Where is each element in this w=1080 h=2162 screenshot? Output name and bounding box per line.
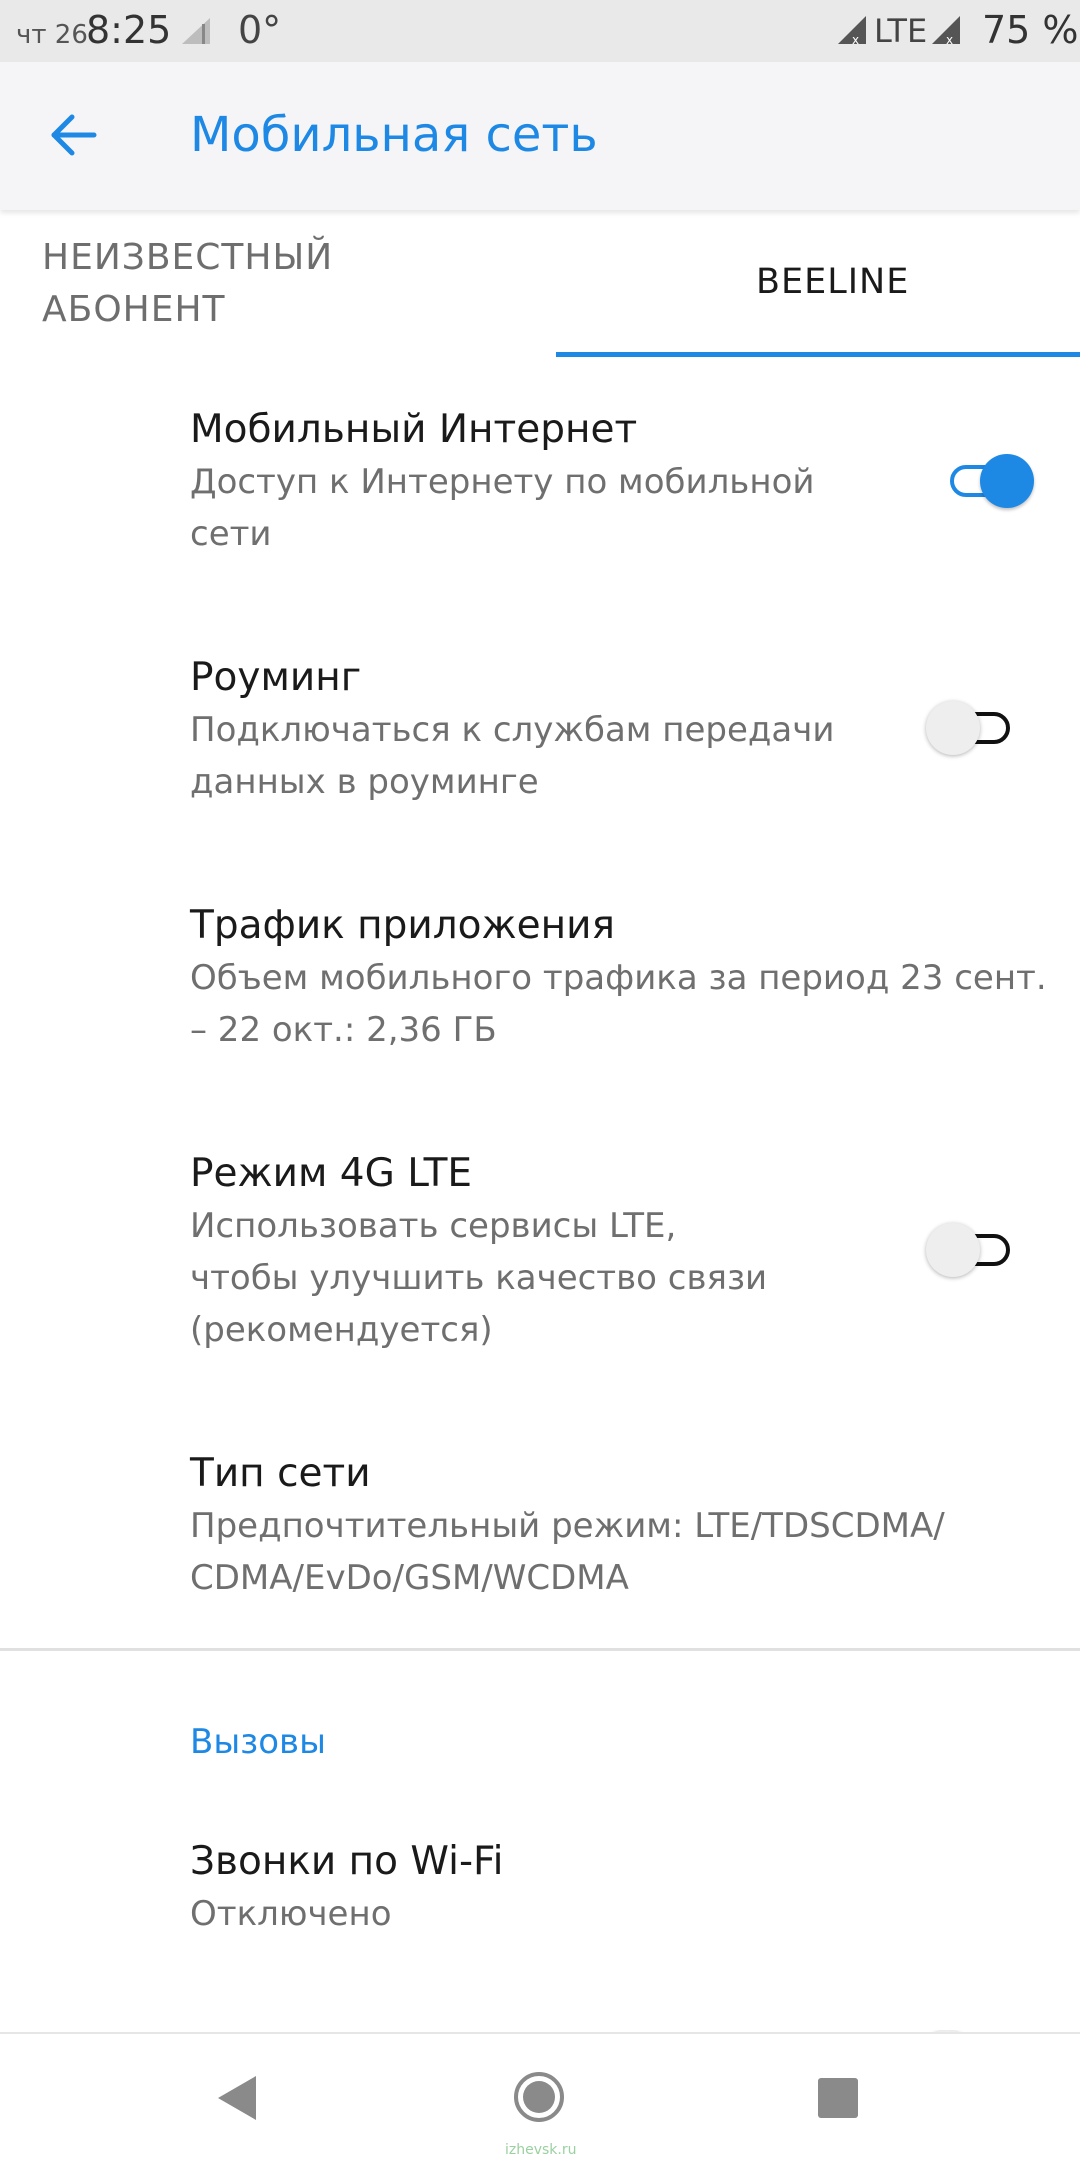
status-bar: чт 26 8:25 0° x LTE x 75 % — [0, 0, 1080, 62]
app-bar: Мобильная сеть — [0, 62, 1080, 210]
watermark: izhevsk.ru — [505, 2142, 577, 2158]
tab-unknown-subscriber[interactable]: НЕИЗВЕСТНЫЙ АБОНЕНТ — [42, 232, 333, 336]
setting-title: Тип сети — [190, 1451, 371, 1496]
svg-text:x: x — [946, 33, 953, 46]
navigation-bar: izhevsk.ru — [0, 2032, 1080, 2162]
summary-line: Объем мобильного трафика за период 23 се… — [190, 958, 1047, 998]
toggle-thumb — [926, 701, 980, 755]
status-network-type: LTE — [874, 12, 928, 50]
summary-line: Предпочтительный режим: LTE/TDSCDMA/ — [190, 1506, 945, 1546]
status-temperature: 0° — [238, 8, 282, 52]
nav-home-circle-icon[interactable] — [512, 2070, 566, 2124]
summary-line: Доступ к Интернету по мобильной — [190, 462, 815, 502]
setting-network-type[interactable]: Тип сети Предпочтительный режим: LTE/TDS… — [190, 1448, 945, 1604]
toggle-thumb — [980, 454, 1034, 508]
setting-title: Мобильный Интернет — [190, 407, 638, 452]
nav-recents-square-icon[interactable] — [818, 2078, 858, 2118]
section-divider — [0, 1648, 1080, 1651]
setting-summary: Использовать сервисы LTE, чтобы улучшить… — [190, 1200, 767, 1356]
setting-lte-mode[interactable]: Режим 4G LTE Использовать сервисы LTE, ч… — [190, 1148, 767, 1356]
summary-line: Подключаться к службам передачи — [190, 710, 835, 750]
setting-mobile-internet[interactable]: Мобильный Интернет Доступ к Интернету по… — [190, 404, 814, 560]
tab-beeline[interactable]: BEELINE — [756, 262, 909, 302]
mobile-internet-toggle[interactable] — [940, 451, 1034, 511]
tab-indicator — [556, 352, 1080, 357]
nav-back-triangle-icon[interactable] — [216, 2074, 260, 2122]
setting-summary: Отключено — [190, 1894, 392, 1934]
tab-label-line1: НЕИЗВЕСТНЫЙ — [42, 237, 334, 278]
setting-summary: Предпочтительный режим: LTE/TDSCDMA/ CDM… — [190, 1500, 945, 1604]
lte-mode-toggle[interactable] — [926, 1220, 1020, 1280]
summary-line: CDMA/EvDo/GSM/WCDMA — [190, 1558, 629, 1598]
status-time: 8:25 — [86, 8, 172, 52]
summary-line: – 22 окт.: 2,36 ГБ — [190, 1010, 497, 1050]
toggle-thumb — [926, 1223, 980, 1277]
section-header-calls: Вызовы — [190, 1722, 326, 1762]
svg-text:x: x — [852, 33, 859, 46]
setting-summary: Объем мобильного трафика за период 23 се… — [190, 952, 1047, 1056]
setting-summary: Доступ к Интернету по мобильной сети — [190, 456, 814, 560]
setting-title: Режим 4G LTE — [190, 1151, 473, 1196]
summary-line: данных в роуминге — [190, 762, 539, 802]
status-battery: 75 % — [982, 8, 1079, 52]
setting-title: Звонки по Wi-Fi — [190, 1839, 504, 1884]
setting-title: Трафик приложения — [190, 903, 615, 948]
summary-line: чтобы улучшить качество связи — [190, 1258, 768, 1298]
summary-line: сети — [190, 514, 272, 554]
page-title: Мобильная сеть — [190, 107, 598, 163]
signal-weak-icon — [182, 18, 210, 44]
setting-summary: Подключаться к службам передачи данных в… — [190, 704, 834, 808]
summary-line: (рекомендуется) — [190, 1310, 493, 1350]
status-day: чт 26 — [16, 20, 88, 50]
setting-roaming[interactable]: Роуминг Подключаться к службам передачи … — [190, 652, 834, 808]
signal-no-service-icon-2: x — [932, 16, 960, 46]
signal-no-service-icon: x — [838, 16, 866, 46]
roaming-toggle[interactable] — [926, 698, 1020, 758]
setting-title: Роуминг — [190, 655, 362, 700]
summary-line: Использовать сервисы LTE, — [190, 1206, 677, 1246]
arrow-back-icon[interactable] — [46, 107, 102, 163]
tab-label-line2: АБОНЕНТ — [42, 289, 226, 330]
setting-app-traffic[interactable]: Трафик приложения Объем мобильного трафи… — [190, 900, 1047, 1056]
setting-wifi-calling[interactable]: Звонки по Wi-Fi Отключено — [190, 1836, 503, 1940]
